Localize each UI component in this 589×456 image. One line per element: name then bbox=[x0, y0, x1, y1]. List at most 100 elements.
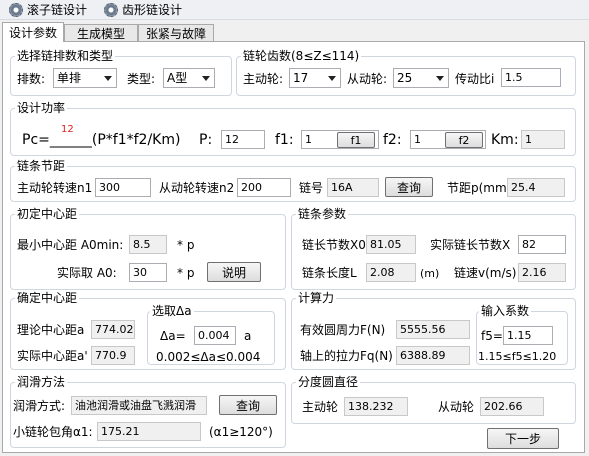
n2-label: 从动轮转速n2 bbox=[159, 181, 235, 195]
group-title: 选取Δa bbox=[150, 304, 194, 318]
group-title: 初定中心距 bbox=[15, 207, 80, 221]
f2-button[interactable]: f2 bbox=[445, 132, 483, 148]
n2-field[interactable]: 200 bbox=[237, 178, 291, 197]
driver-teeth-value: 17 bbox=[293, 71, 309, 85]
velocity-label: 链速v(m/s) bbox=[454, 266, 517, 280]
rows-value: 单排 bbox=[57, 71, 82, 85]
fq-field[interactable]: 6388.89 bbox=[396, 346, 470, 365]
tab-design-params[interactable]: 设计参数 bbox=[2, 22, 64, 42]
final-center-group: 确定中心距 理论中心距a 774.02 实际中心距a' 770.9 选取Δa Δ… bbox=[10, 291, 286, 370]
f-field[interactable]: 5555.56 bbox=[396, 320, 470, 339]
tab-generate-model[interactable]: 生成模型 bbox=[64, 24, 138, 41]
chain-no-label: 链号 bbox=[299, 181, 324, 195]
type-select[interactable]: A型 bbox=[163, 68, 215, 88]
actual-center-distance-label: 实际中心距a' bbox=[17, 349, 88, 363]
delta-field[interactable]: 0.004 bbox=[194, 326, 236, 345]
explain-button[interactable]: 说明 bbox=[207, 262, 261, 282]
velocity-field[interactable]: 2.16 bbox=[518, 263, 566, 282]
f5-field[interactable]: 1.15 bbox=[503, 326, 553, 345]
delta-subgroup: 选取Δa Δa= 0.004 a 0.002≤Δa≤0.004 bbox=[147, 304, 275, 365]
wrap-angle-note: (α1≥120°) bbox=[209, 425, 273, 439]
fq-label: 轴上的拉力Fq(N) bbox=[300, 349, 393, 363]
gear-icon bbox=[9, 2, 23, 17]
f5-range: 1.15≤f5≤1.20 bbox=[478, 350, 557, 363]
length-field[interactable]: 2.08 bbox=[366, 263, 416, 282]
min-center-field[interactable]: 8.5 bbox=[129, 235, 167, 254]
lubrication-group: 润滑方法 润滑方式: 油池润滑或油盘飞溅润滑 查询 小链轮包角α1: 175.2… bbox=[10, 375, 286, 448]
roller-chain-label: 滚子链设计 bbox=[27, 3, 88, 17]
km-label: Km: bbox=[491, 132, 519, 148]
length-unit: (m) bbox=[420, 267, 440, 280]
roller-chain-menu[interactable]: 滚子链设计 bbox=[9, 1, 87, 18]
actual-center-field[interactable]: 30 bbox=[129, 263, 167, 282]
teeth-group: 链轮齿数(8≤Z≤114) 主动轮: 17 从动轮: 25 传动比i 1.5 bbox=[236, 49, 576, 96]
f1-button[interactable]: f1 bbox=[337, 132, 375, 148]
group-title: 计算力 bbox=[296, 291, 337, 305]
pitch-group: 链条节距 主动轮转速n1 300 从动轮转速n2 200 链号 16A 查询 节… bbox=[10, 159, 576, 202]
km-field[interactable]: 1 bbox=[521, 130, 565, 149]
pitch-field[interactable]: 25.4 bbox=[507, 178, 565, 197]
wrap-angle-field[interactable]: 175.21 bbox=[97, 422, 201, 441]
top-toolbar: 滚子链设计 齿形链设计 bbox=[0, 0, 589, 20]
tooth-chain-label: 齿形链设计 bbox=[122, 3, 183, 17]
actual-center-label: 实际取 A0: bbox=[57, 266, 117, 280]
ratio-field[interactable]: 1.5 bbox=[501, 68, 561, 87]
f-label: 有效圆周力F(N) bbox=[300, 323, 386, 337]
group-title: 确定中心距 bbox=[15, 291, 80, 305]
chain-no-query-button[interactable]: 查询 bbox=[385, 177, 433, 197]
group-title: 选择链排数和类型 bbox=[15, 49, 116, 63]
group-title: 分度圆直径 bbox=[296, 375, 361, 389]
chevron-down-icon bbox=[436, 76, 444, 81]
n1-label: 主动轮转速n1 bbox=[17, 181, 93, 195]
driven-teeth-select[interactable]: 25 bbox=[393, 68, 449, 88]
group-title: 设计功率 bbox=[15, 101, 68, 115]
n1-field[interactable]: 300 bbox=[95, 178, 151, 197]
initial-center-group: 初定中心距 最小中心距 A0min: 8.5 * p 实际取 A0: 30 * … bbox=[10, 207, 286, 290]
type-value: A型 bbox=[167, 71, 188, 85]
x0-label: 链长节数X0 bbox=[302, 238, 366, 252]
theory-center-field[interactable]: 774.02 bbox=[91, 320, 135, 339]
rows-label: 排数: bbox=[17, 72, 46, 86]
actual-center-distance-field[interactable]: 770.9 bbox=[91, 346, 135, 365]
pitch-circle-driver-field[interactable]: 138.232 bbox=[344, 397, 408, 416]
x-label: 实际链长节数X bbox=[430, 238, 511, 252]
rows-select[interactable]: 单排 bbox=[53, 68, 117, 88]
group-title: 润滑方法 bbox=[15, 375, 68, 389]
next-step-button[interactable]: 下一步 bbox=[487, 428, 559, 449]
power-group: 设计功率 12 Pc=______(P*f1*f2/Km) P: 12 f1: … bbox=[10, 101, 576, 156]
delta-label: Δa= bbox=[160, 329, 186, 343]
delta-range: 0.002≤Δa≤0.004 bbox=[156, 350, 261, 364]
x-field[interactable]: 82 bbox=[518, 235, 566, 254]
chain-type-group: 选择链排数和类型 排数: 单排 类型: A型 bbox=[10, 49, 232, 96]
chevron-down-icon bbox=[104, 76, 112, 81]
actual-center-unit: * p bbox=[177, 266, 195, 280]
f1-label: f1: bbox=[275, 132, 294, 148]
chain-no-field[interactable]: 16A bbox=[327, 178, 379, 197]
chevron-down-icon bbox=[328, 76, 336, 81]
ratio-label: 传动比i bbox=[455, 72, 495, 86]
tooth-chain-menu[interactable]: 齿形链设计 bbox=[104, 1, 182, 18]
chevron-down-icon bbox=[202, 76, 210, 81]
p-label: P: bbox=[199, 132, 213, 148]
wrap-angle-label: 小链轮包角α1: bbox=[13, 425, 93, 439]
f2-label: f2: bbox=[383, 132, 402, 148]
pitch-circle-group: 分度圆直径 主动轮 138.232 从动轮 202.66 bbox=[291, 375, 576, 424]
lubrication-query-button[interactable]: 查询 bbox=[219, 395, 277, 415]
force-group: 计算力 有效圆周力F(N) 5555.56 轴上的拉力Fq(N) 6388.89… bbox=[291, 291, 576, 370]
lubrication-method-field[interactable]: 油池润滑或油盘飞溅润滑 bbox=[71, 396, 207, 415]
theory-center-label: 理论中心距a bbox=[17, 323, 85, 337]
driver-teeth-select[interactable]: 17 bbox=[289, 68, 341, 88]
driver-teeth-label: 主动轮: bbox=[243, 72, 284, 86]
f5-label: f5= bbox=[481, 329, 503, 343]
pitch-circle-driven-field[interactable]: 202.66 bbox=[480, 397, 544, 416]
x0-field[interactable]: 81.05 bbox=[366, 235, 416, 254]
tab-tension-fault[interactable]: 张紧与故障 bbox=[138, 24, 214, 41]
lubrication-method-label: 润滑方式: bbox=[13, 399, 66, 413]
length-label: 链条长度L bbox=[302, 266, 357, 280]
type-label: 类型: bbox=[127, 72, 156, 86]
chain-params-group: 链条参数 链长节数X0 81.05 实际链长节数X 82 链条长度L 2.08 … bbox=[291, 207, 576, 290]
p-field[interactable]: 12 bbox=[221, 130, 265, 149]
group-title: 链条节距 bbox=[15, 159, 68, 173]
group-title: 输入系数 bbox=[479, 304, 532, 318]
group-title: 链轮齿数(8≤Z≤114) bbox=[241, 49, 362, 63]
